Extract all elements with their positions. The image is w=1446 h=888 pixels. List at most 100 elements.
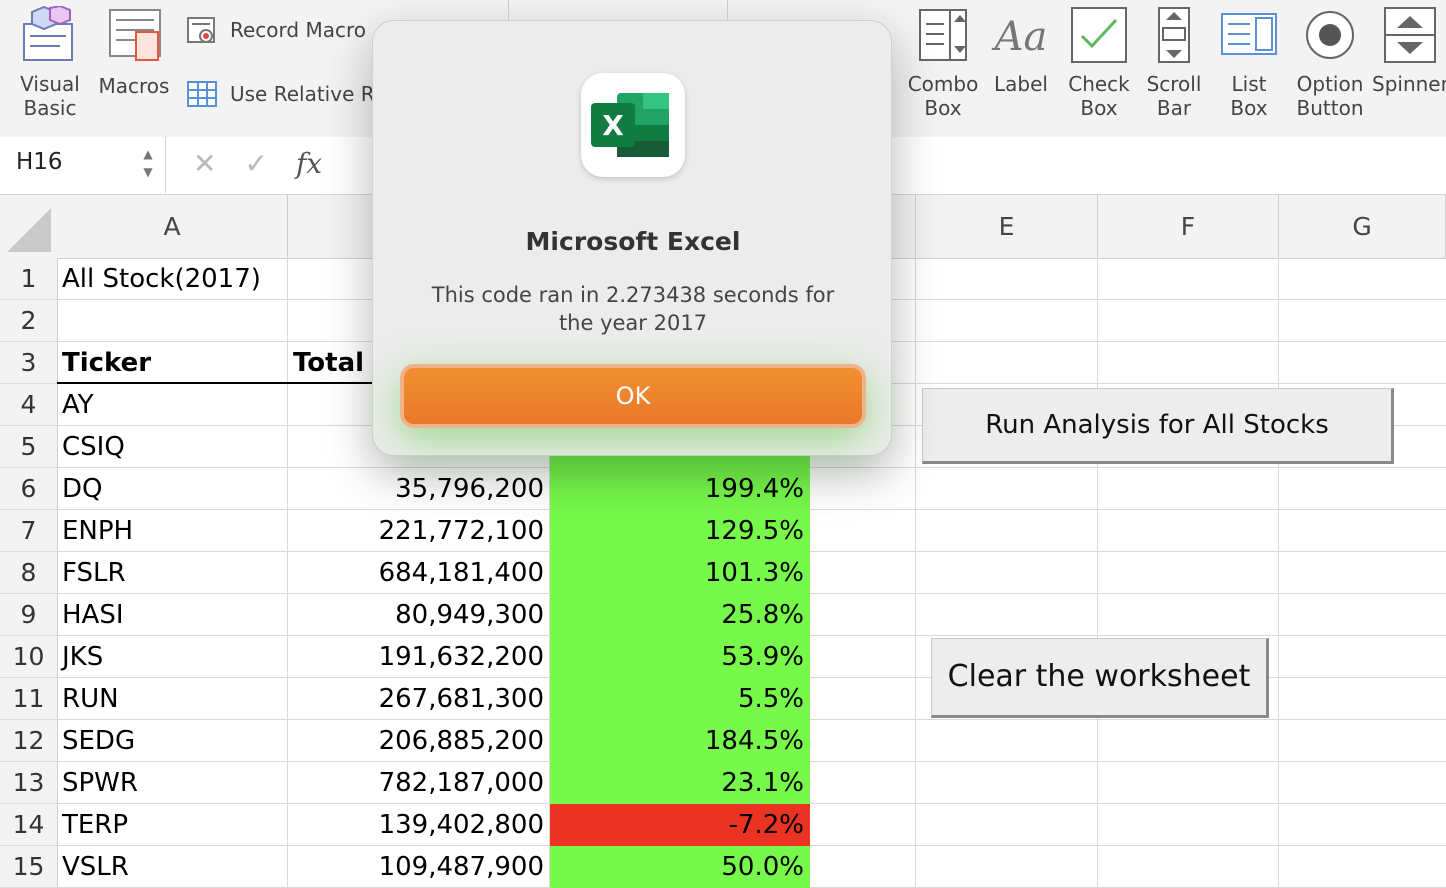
spinner-icon — [1372, 6, 1446, 64]
ticker-cell[interactable]: SEDG — [57, 720, 288, 762]
macros-button[interactable]: Macros — [94, 0, 174, 98]
volume-cell[interactable]: 684,181,400 — [288, 552, 550, 594]
volume-cell[interactable]: 206,885,200 — [288, 720, 550, 762]
return-cell[interactable]: 184.5% — [550, 720, 810, 762]
name-box-value: H16 — [16, 149, 63, 175]
combo-box-icon — [905, 6, 981, 64]
ticker-cell[interactable]: AY — [57, 384, 288, 426]
option-button-icon — [1290, 6, 1370, 64]
name-box-stepper-icon[interactable]: ▲ ▼ — [141, 145, 155, 181]
ticker-cell[interactable]: ENPH — [57, 510, 288, 552]
list-box-icon — [1214, 6, 1284, 64]
scroll-bar-label: Scroll Bar — [1146, 72, 1202, 120]
volume-cell[interactable]: 80,949,300 — [288, 594, 550, 636]
ticker-cell[interactable]: CSIQ — [57, 426, 288, 468]
visual-basic-button[interactable]: Visual Basic — [10, 0, 90, 120]
list-box-control-button[interactable]: List Box — [1214, 0, 1284, 120]
row-header[interactable]: 8 — [0, 552, 58, 594]
ticker-cell[interactable]: VSLR — [57, 846, 288, 888]
relative-references-icon — [187, 81, 217, 107]
run-analysis-button[interactable]: Run Analysis for All Stocks — [922, 388, 1394, 464]
check-box-label: Check Box — [1068, 72, 1130, 120]
row-header[interactable]: 12 — [0, 720, 58, 762]
visual-basic-icon — [10, 6, 90, 64]
use-relative-references-button[interactable]: Use Relative R — [186, 78, 375, 110]
column-header[interactable]: G — [1279, 195, 1446, 259]
dialog-title: Microsoft Excel — [525, 227, 741, 256]
macros-label: Macros — [98, 74, 170, 98]
volume-cell[interactable]: 139,402,800 — [288, 804, 550, 846]
ticker-header[interactable]: Ticker — [57, 342, 288, 384]
label-label: Label — [994, 72, 1048, 96]
row-header[interactable]: 10 — [0, 636, 58, 678]
row-header[interactable]: 5 — [0, 426, 58, 468]
excel-app-icon: X — [581, 73, 685, 177]
column-header[interactable]: A — [57, 195, 288, 259]
row-header[interactable]: 1 — [0, 258, 58, 300]
return-cell[interactable]: 50.0% — [550, 846, 810, 888]
formula-actions: ✕ ✓ fx — [193, 147, 322, 180]
visual-basic-label: Visual Basic — [20, 72, 80, 120]
return-cell[interactable]: 199.4% — [550, 468, 810, 510]
volume-cell[interactable]: 267,681,300 — [288, 678, 550, 720]
volume-cell[interactable]: 191,632,200 — [288, 636, 550, 678]
return-cell[interactable]: 101.3% — [550, 552, 810, 594]
clear-worksheet-button[interactable]: Clear the worksheet — [931, 638, 1269, 718]
ticker-cell[interactable]: RUN — [57, 678, 288, 720]
alert-dialog: X Microsoft Excel This code ran in 2.273… — [372, 20, 892, 456]
row-header[interactable]: 14 — [0, 804, 58, 846]
ticker-cell[interactable]: FSLR — [57, 552, 288, 594]
record-macro-label: Record Macro — [230, 18, 366, 42]
ticker-cell[interactable]: SPWR — [57, 762, 288, 804]
row-header[interactable]: 2 — [0, 300, 58, 342]
ticker-cell[interactable]: TERP — [57, 804, 288, 846]
return-cell[interactable]: 5.5% — [550, 678, 810, 720]
return-cell[interactable]: 25.8% — [550, 594, 810, 636]
volume-cell[interactable]: 35,796,200 — [288, 468, 550, 510]
confirm-icon[interactable]: ✓ — [244, 147, 267, 180]
scroll-bar-icon — [1142, 6, 1206, 64]
ticker-cell[interactable]: DQ — [57, 468, 288, 510]
grid-line — [915, 258, 916, 888]
return-cell[interactable]: 129.5% — [550, 510, 810, 552]
row-header[interactable]: 6 — [0, 468, 58, 510]
row-header[interactable]: 15 — [0, 846, 58, 888]
svg-text:X: X — [602, 109, 624, 142]
row-header[interactable]: 13 — [0, 762, 58, 804]
option-button-label: Option Button — [1296, 72, 1364, 120]
row-header[interactable]: 4 — [0, 384, 58, 426]
spinner-label: Spinner — [1372, 72, 1446, 96]
column-header[interactable]: E — [916, 195, 1098, 259]
column-header[interactable]: F — [1098, 195, 1279, 259]
list-box-label: List Box — [1230, 72, 1268, 120]
cancel-icon[interactable]: ✕ — [193, 147, 216, 180]
row-header[interactable]: 11 — [0, 678, 58, 720]
return-cell[interactable]: -7.2% — [550, 804, 810, 846]
ticker-cell[interactable]: HASI — [57, 594, 288, 636]
combo-box-control-button[interactable]: Combo Box — [905, 0, 981, 120]
check-box-control-button[interactable]: Check Box — [1062, 0, 1136, 120]
record-macro-button[interactable]: Record Macro — [186, 14, 366, 46]
name-box[interactable]: H16 ▲ ▼ — [0, 137, 166, 193]
record-macro-icon — [187, 17, 215, 43]
volume-cell[interactable]: 782,187,000 — [288, 762, 550, 804]
row-header[interactable]: 9 — [0, 594, 58, 636]
volume-cell[interactable]: 109,487,900 — [288, 846, 550, 888]
spinner-control-button[interactable]: Spinner — [1372, 0, 1446, 96]
volume-cell[interactable]: 221,772,100 — [288, 510, 550, 552]
combo-box-label: Combo Box — [907, 72, 979, 120]
use-relative-references-label: Use Relative R — [230, 82, 375, 106]
select-all-corner[interactable] — [0, 195, 58, 259]
row-header[interactable]: 3 — [0, 342, 58, 384]
ok-button[interactable]: OK — [400, 364, 866, 428]
return-cell[interactable]: 53.9% — [550, 636, 810, 678]
grid-line — [1278, 258, 1279, 888]
dialog-message: This code ran in 2.273438 seconds for th… — [431, 283, 835, 335]
scroll-bar-control-button[interactable]: Scroll Bar — [1142, 0, 1206, 120]
return-cell[interactable]: 23.1% — [550, 762, 810, 804]
row-header[interactable]: 7 — [0, 510, 58, 552]
insert-function-icon[interactable]: fx — [296, 147, 322, 180]
label-control-button[interactable]: Aa Label — [988, 0, 1054, 96]
option-button-control-button[interactable]: Option Button — [1290, 0, 1370, 120]
ticker-cell[interactable]: JKS — [57, 636, 288, 678]
